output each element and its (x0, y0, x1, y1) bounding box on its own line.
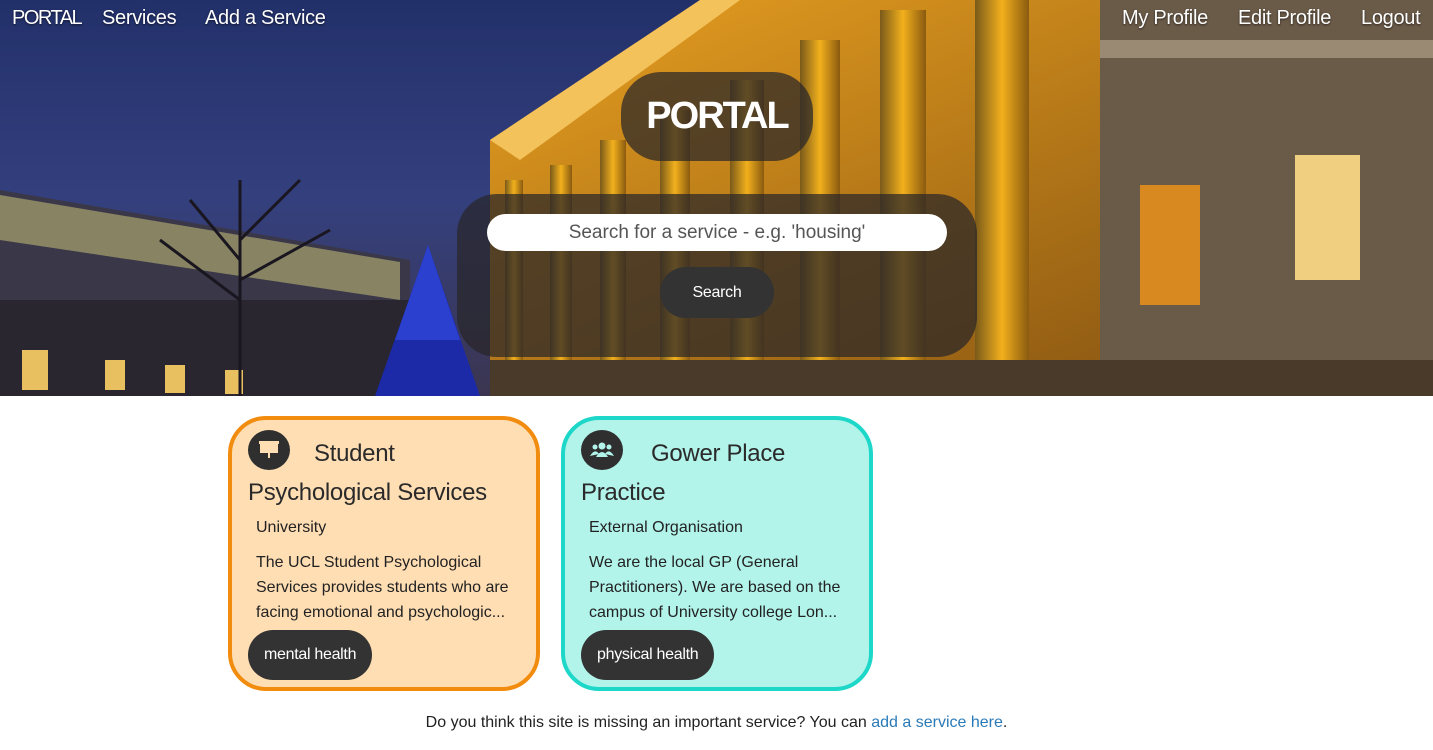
service-type: University (256, 519, 327, 536)
nav-add-service-link[interactable]: Add a Service (205, 7, 326, 30)
service-title-line2: Psychological Services (248, 479, 487, 506)
hero-banner: PORTAL Services Add a Service My Profile… (0, 0, 1433, 396)
top-navbar: PORTAL Services Add a Service My Profile… (0, 0, 1433, 38)
nav-my-profile-link[interactable]: My Profile (1122, 7, 1208, 30)
search-panel: Search (457, 194, 977, 357)
nav-edit-profile-link[interactable]: Edit Profile (1238, 7, 1331, 30)
service-tag[interactable]: mental health (248, 630, 373, 680)
nav-logout-link[interactable]: Logout (1361, 7, 1421, 30)
nav-services-link[interactable]: Services (102, 7, 177, 30)
brand-link[interactable]: PORTAL (12, 7, 83, 30)
search-button[interactable]: Search (660, 267, 774, 318)
service-title-line1: Gower Place (651, 440, 786, 467)
footer-text: Do you think this site is missing an imp… (425, 714, 872, 731)
service-title-line2: Practice (581, 479, 666, 506)
service-description: We are the local GP (General Practitione… (589, 554, 841, 621)
service-type: External Organisation (589, 519, 743, 536)
service-title-line1: Student (314, 440, 395, 467)
add-service-link[interactable]: add a service here (871, 714, 1003, 731)
hero-title: PORTAL (646, 95, 789, 137)
service-title: Student Psychological Services (248, 434, 538, 512)
service-card[interactable]: Gower Place Practice External Organisatio… (561, 416, 873, 691)
hero-title-box: PORTAL (621, 72, 813, 161)
search-input[interactable] (487, 214, 947, 251)
service-description: The UCL Student Psychological Services p… (256, 554, 509, 621)
footer-end: . (1002, 714, 1008, 731)
service-card[interactable]: Student Psychological Services University… (228, 416, 540, 691)
service-title: Gower Place Practice (581, 434, 871, 512)
service-tag[interactable]: physical health (581, 630, 715, 680)
footer-note: Do you think this site is missing an imp… (0, 714, 1433, 732)
